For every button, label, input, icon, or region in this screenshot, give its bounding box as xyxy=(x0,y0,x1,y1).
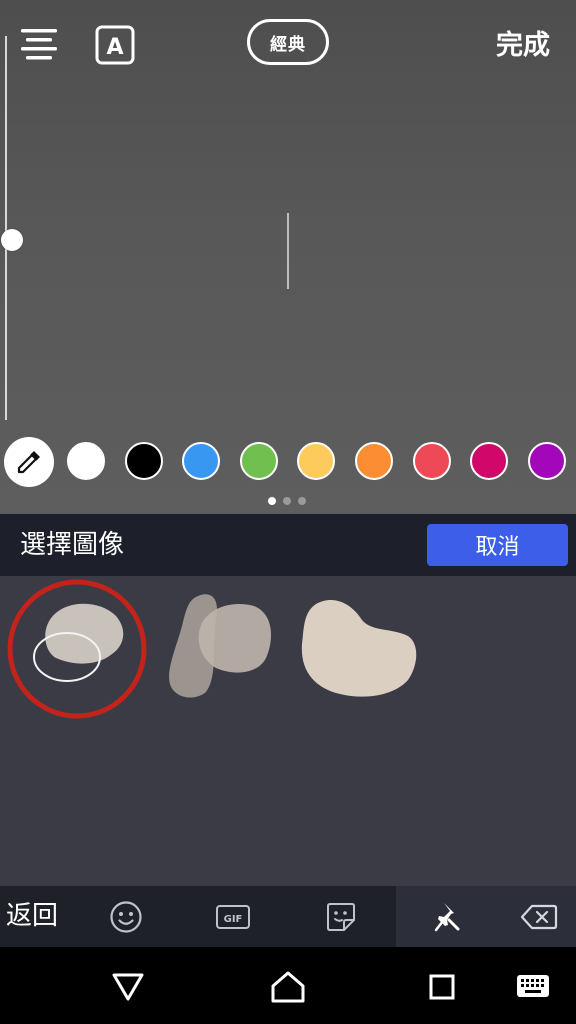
sticker-option-1[interactable] xyxy=(4,576,150,722)
pinned-tab[interactable] xyxy=(428,898,466,936)
picker-header: 選擇圖像 取消 xyxy=(0,514,576,576)
cancel-button[interactable]: 取消 xyxy=(427,524,568,566)
home-icon xyxy=(271,971,305,1003)
eyedropper-icon xyxy=(17,451,40,474)
pin-icon xyxy=(434,903,460,932)
align-center-icon xyxy=(21,29,57,60)
color-swatch-yellow[interactable] xyxy=(297,442,335,480)
color-swatch-green[interactable] xyxy=(240,442,278,480)
text-background-button[interactable]: A xyxy=(94,24,136,66)
sticker-icon xyxy=(327,903,355,931)
text-editor-canvas[interactable]: A 經典 完成 xyxy=(0,0,576,514)
emoji-tab[interactable] xyxy=(107,898,145,936)
system-navigation-bar xyxy=(0,947,576,1024)
page-dot xyxy=(268,497,276,505)
emoji-icon xyxy=(110,901,142,933)
text-cursor xyxy=(287,213,289,289)
done-button[interactable]: 完成 xyxy=(486,20,560,64)
nav-home-button[interactable] xyxy=(266,965,310,1009)
eyedropper-button[interactable] xyxy=(4,437,54,487)
color-palette xyxy=(0,434,576,490)
color-swatch-orange[interactable] xyxy=(355,442,393,480)
sticker-3-blob xyxy=(301,599,417,697)
recents-icon xyxy=(429,974,455,1000)
brush-size-slider[interactable] xyxy=(1,36,23,420)
sticker-tab[interactable] xyxy=(322,898,360,936)
svg-text:A: A xyxy=(106,35,123,60)
palette-page-indicator xyxy=(268,497,308,507)
nav-recents-button[interactable] xyxy=(420,965,464,1009)
page-dot xyxy=(283,497,291,505)
page-dot xyxy=(298,497,306,505)
back-triangle-icon xyxy=(112,973,144,1001)
gif-icon: GIF xyxy=(216,905,250,929)
color-swatch-blue[interactable] xyxy=(182,442,220,480)
keyboard-icon xyxy=(517,975,549,997)
sticker-option-3[interactable] xyxy=(296,594,422,702)
gif-tab[interactable]: GIF xyxy=(214,898,252,936)
svg-text:GIF: GIF xyxy=(224,914,243,925)
color-swatch-magenta[interactable] xyxy=(470,442,508,480)
brush-size-slider-handle[interactable] xyxy=(1,229,23,251)
color-swatch-white[interactable] xyxy=(67,442,105,480)
keyboard-toolbar: 返回 GIF xyxy=(0,886,576,947)
align-text-button[interactable] xyxy=(18,22,60,66)
backspace-icon xyxy=(520,904,558,930)
sticker-2-round-blob xyxy=(198,604,271,673)
nav-keyboard-button[interactable] xyxy=(511,965,555,1009)
color-swatch-red[interactable] xyxy=(413,442,451,480)
sticker-option-2[interactable] xyxy=(162,588,280,706)
color-swatch-purple[interactable] xyxy=(528,442,566,480)
font-box-icon: A xyxy=(95,25,135,65)
keyboard-back-button[interactable]: 返回 xyxy=(6,895,58,937)
color-swatch-black[interactable] xyxy=(125,442,163,480)
picker-title: 選擇圖像 xyxy=(20,530,125,560)
nav-back-button[interactable] xyxy=(106,965,150,1009)
font-style-button[interactable]: 經典 xyxy=(247,19,329,65)
delete-button[interactable] xyxy=(520,898,558,936)
